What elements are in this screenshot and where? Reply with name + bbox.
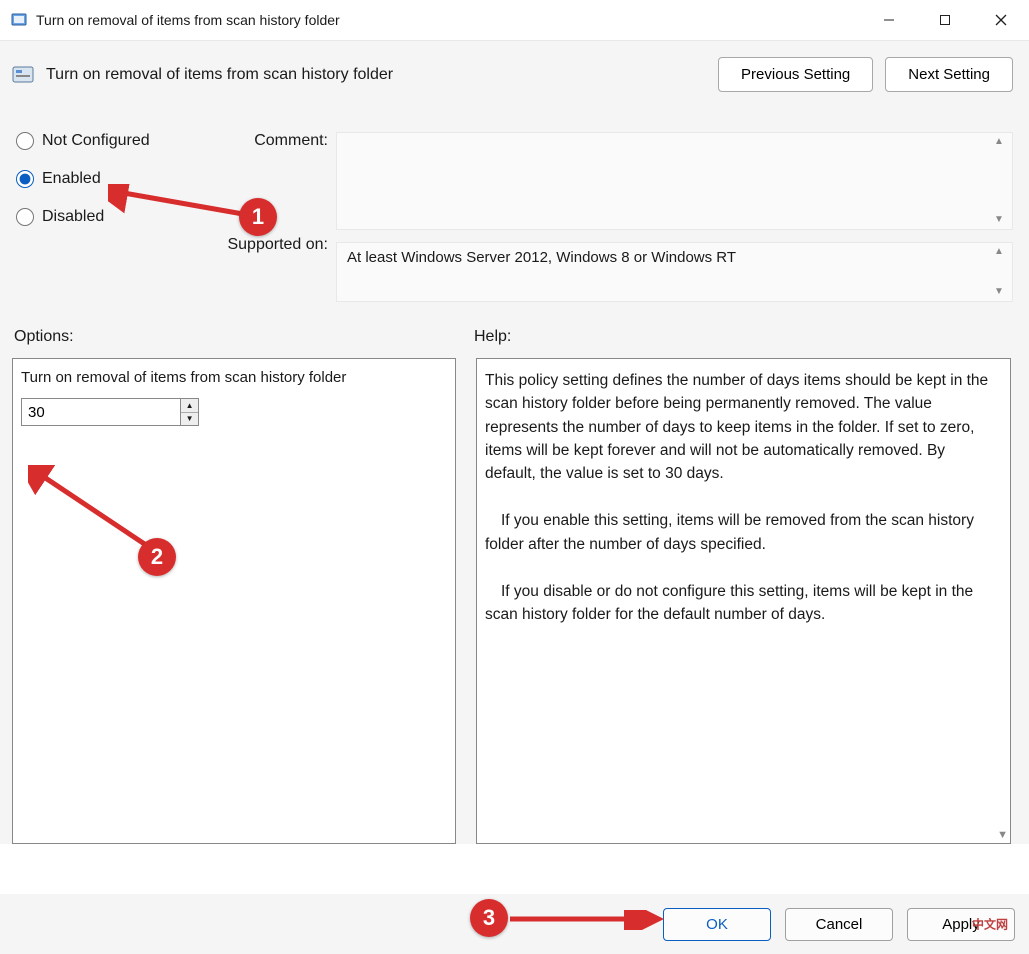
spinner-up-icon[interactable]: ▲ bbox=[181, 399, 198, 413]
radio-enabled[interactable]: Enabled bbox=[16, 170, 206, 188]
config-grid: Not Configured Enabled Disabled Comment:… bbox=[10, 106, 1019, 308]
apply-button[interactable]: Apply 中文网 bbox=[907, 908, 1015, 941]
days-spinner[interactable]: ▲ ▼ bbox=[21, 398, 199, 426]
previous-setting-button[interactable]: Previous Setting bbox=[718, 57, 873, 92]
scroll-arrows[interactable]: ▲▼ bbox=[994, 137, 1008, 225]
window-title: Turn on removal of items from scan histo… bbox=[36, 12, 861, 28]
close-button[interactable] bbox=[973, 0, 1029, 40]
help-paragraph: If you disable or do not configure this … bbox=[485, 580, 990, 627]
cancel-button[interactable]: Cancel bbox=[785, 908, 893, 941]
comment-field[interactable]: ▲▼ bbox=[336, 132, 1013, 230]
page-title: Turn on removal of items from scan histo… bbox=[46, 66, 718, 84]
spinner-down-icon[interactable]: ▼ bbox=[181, 413, 198, 426]
help-text: This policy setting defines the number o… bbox=[485, 369, 990, 626]
radio-label: Disabled bbox=[42, 208, 104, 226]
help-label: Help: bbox=[474, 328, 1019, 346]
minimize-button[interactable] bbox=[861, 0, 917, 40]
option-title: Turn on removal of items from scan histo… bbox=[21, 369, 447, 386]
supported-label: Supported on: bbox=[206, 236, 336, 254]
panels-row: Turn on removal of items from scan histo… bbox=[10, 358, 1019, 844]
radio-label: Not Configured bbox=[42, 132, 150, 150]
radio-disabled[interactable]: Disabled bbox=[16, 208, 206, 226]
ok-button[interactable]: OK bbox=[663, 908, 771, 941]
footer: OK Cancel Apply 中文网 bbox=[0, 894, 1029, 954]
supported-on-field: At least Windows Server 2012, Windows 8 … bbox=[336, 242, 1013, 302]
comment-label: Comment: bbox=[206, 132, 336, 150]
apply-label: Apply bbox=[942, 916, 980, 933]
scroll-arrows[interactable]: ▲▼ bbox=[994, 247, 1008, 297]
maximize-button[interactable] bbox=[917, 0, 973, 40]
window-controls bbox=[861, 0, 1029, 40]
days-input[interactable] bbox=[22, 399, 180, 425]
radio-disabled-input[interactable] bbox=[16, 208, 34, 226]
titlebar: Turn on removal of items from scan histo… bbox=[0, 0, 1029, 40]
options-panel: Turn on removal of items from scan histo… bbox=[12, 358, 456, 844]
policy-icon bbox=[10, 62, 36, 88]
supported-on-value: At least Windows Server 2012, Windows 8 … bbox=[347, 249, 736, 266]
content-area: Turn on removal of items from scan histo… bbox=[0, 40, 1029, 844]
options-label: Options: bbox=[14, 328, 474, 346]
app-icon bbox=[10, 11, 28, 29]
header-row: Turn on removal of items from scan histo… bbox=[10, 51, 1019, 106]
section-labels: Options: Help: bbox=[10, 308, 1019, 358]
radio-enabled-input[interactable] bbox=[16, 170, 34, 188]
annotation-badge-3: 3 bbox=[470, 899, 508, 937]
annotation-badge-1: 1 bbox=[239, 198, 277, 236]
radio-not-configured-input[interactable] bbox=[16, 132, 34, 150]
next-setting-button[interactable]: Next Setting bbox=[885, 57, 1013, 92]
help-panel: This policy setting defines the number o… bbox=[476, 358, 1011, 844]
annotation-badge-2: 2 bbox=[138, 538, 176, 576]
radio-column: Not Configured Enabled Disabled bbox=[16, 132, 206, 302]
help-paragraph: If you enable this setting, items will b… bbox=[485, 509, 990, 556]
help-paragraph: This policy setting defines the number o… bbox=[485, 369, 990, 485]
radio-label: Enabled bbox=[42, 170, 101, 188]
radio-not-configured[interactable]: Not Configured bbox=[16, 132, 206, 150]
chevron-down-icon[interactable]: ▼ bbox=[997, 829, 1008, 841]
